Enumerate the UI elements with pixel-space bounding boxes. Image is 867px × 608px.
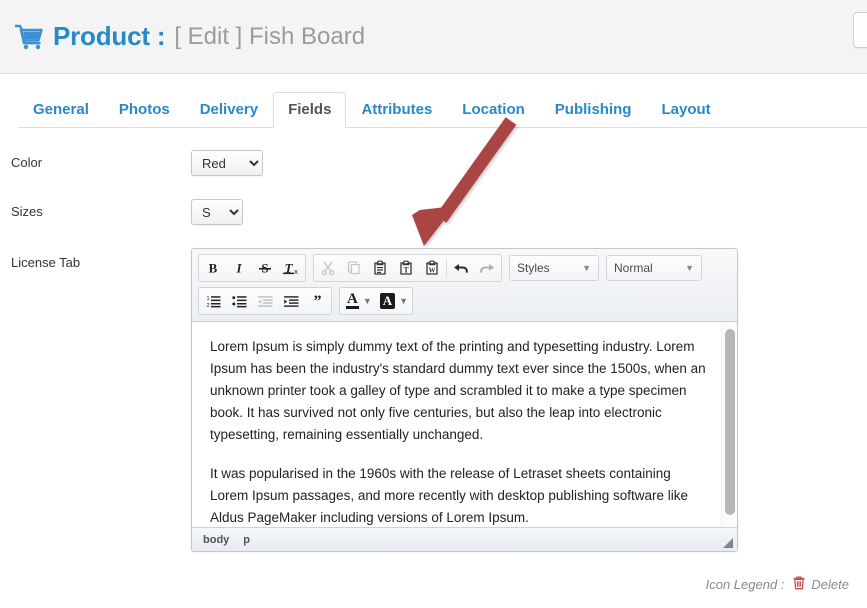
tab-layout[interactable]: Layout: [646, 92, 725, 128]
background-color-button[interactable]: A ▼: [375, 289, 411, 313]
chevron-down-icon: ▼: [582, 263, 591, 273]
tabs-region: General Photos Delivery Fields Attribute…: [0, 74, 867, 128]
form-row-sizes: Sizes S: [0, 199, 867, 225]
shopping-cart-icon: [14, 24, 44, 50]
sizes-select[interactable]: S: [191, 199, 243, 225]
editor-paragraph-2: It was popularised in the 1960s with the…: [210, 466, 688, 525]
tab-fields[interactable]: Fields: [273, 92, 347, 128]
format-dropdown-label: Normal: [614, 261, 653, 275]
toolbar-row-2: 1 2 ” A ▼ A ▼: [198, 287, 731, 315]
license-tab-label: License Tab: [11, 255, 81, 270]
editor-resize-handle[interactable]: [723, 538, 733, 548]
tab-bar: General Photos Delivery Fields Attribute…: [18, 92, 867, 128]
redo-button[interactable]: [474, 256, 500, 280]
svg-text:B: B: [209, 261, 218, 276]
svg-text:W: W: [429, 267, 436, 275]
element-path-p[interactable]: p: [243, 534, 250, 546]
header-action-button[interactable]: [853, 12, 867, 48]
text-style-group: B I S T: [198, 254, 306, 282]
color-group: A ▼ A ▼: [339, 287, 414, 315]
bulleted-list-button[interactable]: [226, 289, 252, 313]
indent-button[interactable]: [278, 289, 304, 313]
form-row-color: Color Red: [0, 150, 867, 176]
svg-text:”: ”: [313, 293, 321, 309]
page-header: Product : [ Edit ] Fish Board: [0, 0, 867, 74]
icon-legend: Icon Legend : Delete: [706, 575, 849, 594]
toolbar-row-1: B I S T: [198, 254, 731, 282]
bold-button[interactable]: B: [200, 256, 226, 280]
clipboard-group: T W: [313, 254, 502, 282]
editor-content-area[interactable]: Lorem Ipsum is simply dummy text of the …: [192, 322, 737, 527]
tab-attributes[interactable]: Attributes: [346, 92, 447, 128]
svg-text:T: T: [403, 266, 409, 275]
format-dropdown[interactable]: Normal ▼: [606, 255, 702, 281]
svg-text:I: I: [235, 261, 242, 276]
editor-scrollbar[interactable]: [721, 322, 737, 527]
page-subtitle: [ Edit ] Fish Board: [174, 22, 366, 50]
text-color-button[interactable]: A ▼: [341, 289, 375, 313]
form-row-license-tab: License Tab B I S: [0, 248, 867, 552]
strikethrough-button[interactable]: S: [252, 256, 278, 280]
element-path-body[interactable]: body: [203, 534, 229, 546]
text-color-label: A: [346, 291, 359, 309]
paragraph-group: 1 2 ”: [198, 287, 332, 315]
paste-button[interactable]: [367, 256, 393, 280]
svg-text:1: 1: [206, 296, 209, 302]
tab-delivery[interactable]: Delivery: [185, 92, 273, 128]
svg-text:x: x: [294, 267, 298, 276]
trash-icon: [792, 575, 806, 594]
paste-from-word-button[interactable]: W: [419, 256, 445, 280]
numbered-list-button[interactable]: 1 2: [200, 289, 226, 313]
toolbar-separator: [446, 259, 447, 277]
paste-as-text-button[interactable]: T: [393, 256, 419, 280]
remove-format-button[interactable]: T x: [278, 256, 304, 280]
outdent-button[interactable]: [252, 289, 278, 313]
editor-paragraph-1: Lorem Ipsum is simply dummy text of the …: [210, 339, 706, 442]
editor-toolbar: B I S T: [192, 249, 737, 322]
color-select[interactable]: Red: [191, 150, 263, 176]
copy-button[interactable]: [341, 256, 367, 280]
editor-scrollbar-thumb[interactable]: [725, 329, 735, 515]
legend-delete-text: Delete: [811, 577, 849, 592]
editor-status-bar: body p: [192, 527, 737, 551]
cut-button[interactable]: [315, 256, 341, 280]
chevron-down-icon: ▼: [685, 263, 694, 273]
blockquote-button[interactable]: ”: [304, 289, 330, 313]
italic-button[interactable]: I: [226, 256, 252, 280]
tab-photos[interactable]: Photos: [104, 92, 185, 128]
background-color-label: A: [379, 293, 396, 309]
rich-text-editor: B I S T: [191, 248, 738, 552]
color-label: Color: [11, 155, 43, 170]
svg-text:2: 2: [206, 303, 209, 309]
icon-legend-label: Icon Legend :: [705, 577, 785, 592]
fields-form: Color Red Sizes S License Tab B I T x T …: [0, 128, 867, 552]
sizes-label: Sizes: [11, 204, 43, 219]
chevron-down-icon: ▼: [399, 296, 409, 306]
tab-general[interactable]: General: [18, 92, 104, 128]
chevron-down-icon: ▼: [362, 296, 372, 306]
tab-location[interactable]: Location: [447, 92, 540, 128]
legend-item-delete: Delete: [792, 575, 849, 594]
page-title: Product :: [53, 21, 166, 51]
styles-dropdown-label: Styles: [517, 261, 550, 275]
tab-publishing[interactable]: Publishing: [540, 92, 647, 128]
styles-dropdown[interactable]: Styles ▼: [509, 255, 599, 281]
undo-button[interactable]: [448, 256, 474, 280]
